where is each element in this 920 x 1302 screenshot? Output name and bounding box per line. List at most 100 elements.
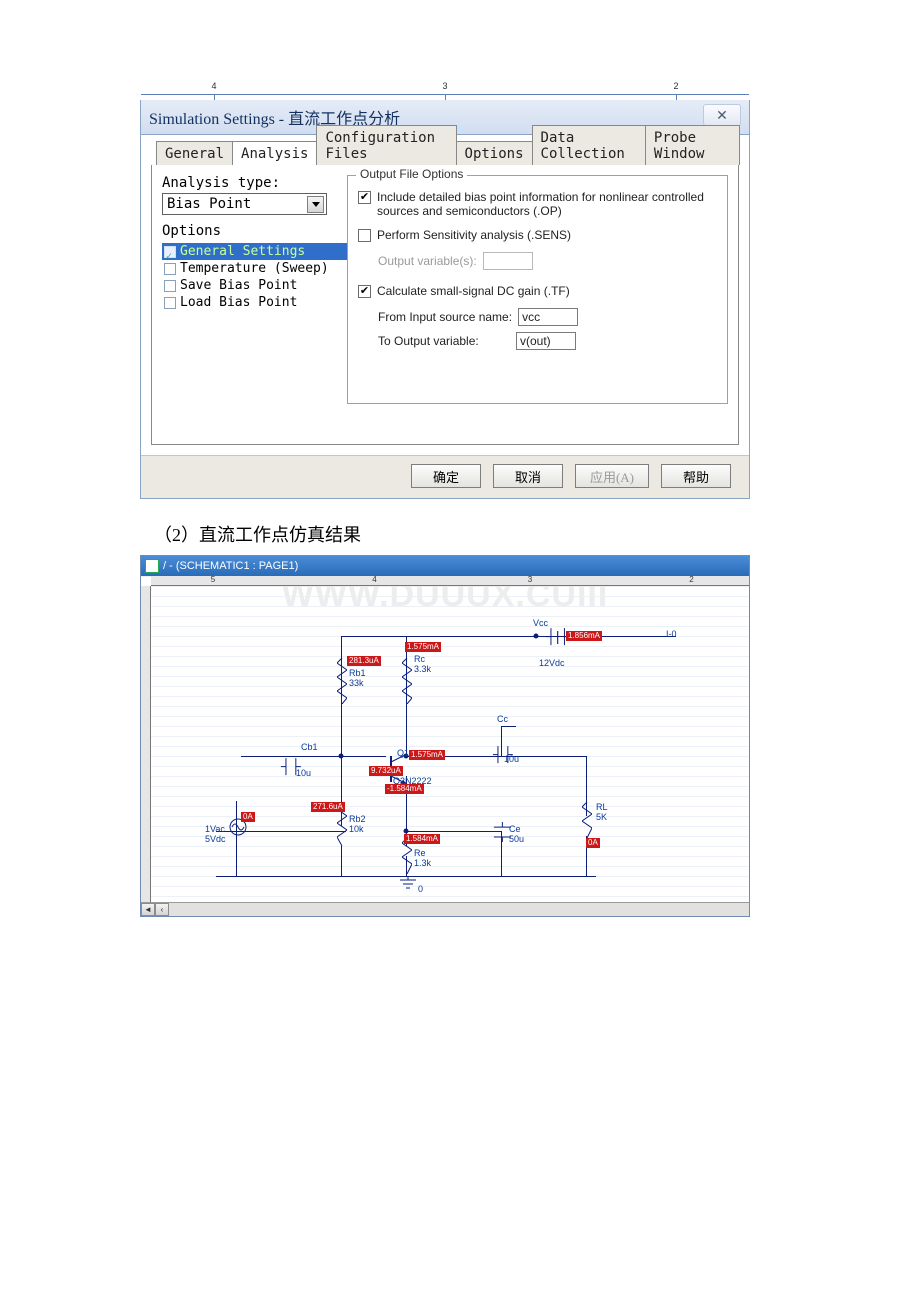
vsrc-vdc: 5Vdc xyxy=(205,834,226,844)
tab-probe-window[interactable]: Probe Window xyxy=(645,125,740,165)
simulation-settings-dialog: 4 3 2 Simulation Settings - 直流工作点分析 ✕ Ge… xyxy=(140,100,750,499)
option-temperature-sweep[interactable]: Temperature (Sweep) xyxy=(162,260,347,277)
ground-icon xyxy=(399,876,417,895)
horizontal-scrollbar[interactable]: ◄ ‹ xyxy=(141,902,749,916)
output-file-options-group: Output File Options Include detailed bia… xyxy=(347,175,728,404)
resistor-rb1 xyxy=(337,658,345,704)
label-re: Re xyxy=(414,848,426,858)
to-output-label: To Output variable: xyxy=(378,334,510,348)
node xyxy=(404,829,409,834)
include-detailed-label: Include detailed bias point information … xyxy=(377,190,717,218)
to-output-row: To Output variable: v(out) xyxy=(378,332,717,350)
current-vsrc: 0A xyxy=(241,812,255,822)
current-rb2: 271.6uA xyxy=(311,802,345,812)
tab-general[interactable]: General xyxy=(156,141,233,165)
wire xyxy=(406,831,501,832)
q1-ic: 1.575mA xyxy=(409,750,445,760)
ruler-top: 5 4 3 2 xyxy=(151,576,749,586)
output-variable-row: Output variable(s): xyxy=(378,252,717,270)
option-general-settings[interactable]: General Settings xyxy=(162,243,347,260)
label-rb1: Rb1 xyxy=(349,668,366,678)
close-icon: ✕ xyxy=(716,107,728,124)
label-cb1: Cb1 xyxy=(301,742,318,752)
tab-configuration-files[interactable]: Configuration Files xyxy=(316,125,456,165)
analysis-type-dropdown[interactable]: Bias Point xyxy=(162,193,327,215)
resistor-rc xyxy=(402,658,410,704)
vsrc-vac: 1Vac xyxy=(205,824,225,834)
current-rb1: 281.3uA xyxy=(347,656,381,666)
viewer-titlebar: / - (SCHEMATIC1 : PAGE1) xyxy=(141,556,749,576)
current-re: 1.584mA xyxy=(404,834,440,844)
options-list: General Settings Temperature (Sweep) Sav… xyxy=(162,243,347,311)
value-rc: 3.3k xyxy=(414,664,431,674)
wire xyxy=(236,846,237,876)
scroll-left-page-button[interactable]: ‹ xyxy=(155,903,169,916)
help-button[interactable]: 帮助 xyxy=(661,464,731,488)
to-output-field[interactable]: v(out) xyxy=(516,332,576,350)
calc-tf-row[interactable]: Calculate small-signal DC gain (.TF) xyxy=(358,284,717,298)
wire xyxy=(341,846,342,876)
viewer-title: / - (SCHEMATIC1 : PAGE1) xyxy=(163,560,298,572)
ok-button[interactable]: 确定 xyxy=(411,464,481,488)
cancel-button[interactable]: 取消 xyxy=(493,464,563,488)
wire xyxy=(501,726,516,727)
value-cc: 10u xyxy=(504,754,519,764)
label-rc: Rc xyxy=(414,654,425,664)
tab-data-collection[interactable]: Data Collection xyxy=(532,125,646,165)
tabstrip: General Analysis Configuration Files Opt… xyxy=(141,135,749,165)
perform-sens-row[interactable]: Perform Sensitivity analysis (.SENS) xyxy=(358,228,717,242)
dialog-button-row: 确定 取消 应用(A) 帮助 xyxy=(141,455,749,498)
scroll-left-button[interactable]: ◄ xyxy=(141,903,155,916)
tab-analysis[interactable]: Analysis xyxy=(232,141,317,165)
option-label: General Settings xyxy=(180,244,305,259)
output-variable-input xyxy=(483,252,533,270)
schematic-file-icon xyxy=(145,559,159,573)
value-rb1: 33k xyxy=(349,678,364,688)
label-ce: Ce xyxy=(509,824,521,834)
ruler-left xyxy=(141,586,151,916)
perform-sens-checkbox[interactable] xyxy=(358,229,371,242)
from-input-field[interactable]: vcc xyxy=(518,308,578,326)
from-input-row: From Input source name: vcc xyxy=(378,308,717,326)
checkbox-icon xyxy=(164,297,176,309)
schematic-canvas[interactable]: WWW.DUUUX.CUIII 5 4 3 2 xyxy=(141,576,749,916)
apply-button[interactable]: 应用(A) xyxy=(575,464,649,488)
option-label: Load Bias Point xyxy=(180,295,297,310)
output-file-options-legend: Output File Options xyxy=(356,167,467,181)
option-save-bias-point[interactable]: Save Bias Point xyxy=(162,277,347,294)
option-label: Save Bias Point xyxy=(180,278,297,293)
label-q1: Q1 xyxy=(397,748,409,758)
ground-label: 0 xyxy=(418,884,423,894)
include-detailed-row[interactable]: Include detailed bias point information … xyxy=(358,190,717,218)
value-rl: 5K xyxy=(596,812,607,822)
from-input-label: From Input source name: xyxy=(378,310,512,324)
analysis-type-value: Bias Point xyxy=(167,196,251,212)
value-vcc: 12Vdc xyxy=(539,658,565,668)
analysis-type-label: Analysis type: xyxy=(162,175,347,191)
current-rc: 1.575mA xyxy=(405,642,441,652)
options-label: Options xyxy=(162,223,347,239)
option-load-bias-point[interactable]: Load Bias Point xyxy=(162,294,347,311)
dropdown-arrow-icon xyxy=(307,196,324,213)
q1-ib: 9.732uA xyxy=(369,766,403,776)
current-vcc-src: 1.856mA xyxy=(566,631,602,641)
calc-tf-checkbox[interactable] xyxy=(358,285,371,298)
label-rl: RL xyxy=(596,802,608,812)
label-cc: Cc xyxy=(497,714,508,724)
section-caption-2: （2）直流工作点仿真结果 xyxy=(154,521,780,547)
calc-tf-label: Calculate small-signal DC gain (.TF) xyxy=(377,284,570,298)
close-button[interactable]: ✕ xyxy=(703,104,741,126)
checkbox-icon xyxy=(164,280,176,292)
option-label: Temperature (Sweep) xyxy=(180,261,329,276)
label-vcc: Vcc xyxy=(533,618,548,628)
value-cb1: 10u xyxy=(296,768,311,778)
wire xyxy=(341,706,342,756)
value-ce: 50u xyxy=(509,834,524,844)
resistor-rl xyxy=(582,802,590,838)
tab-options[interactable]: Options xyxy=(456,141,533,165)
analysis-left-panel: Analysis type: Bias Point Options Genera… xyxy=(162,175,347,404)
checkbox-icon xyxy=(164,246,176,258)
include-detailed-checkbox[interactable] xyxy=(358,191,371,204)
current-rl: 0A xyxy=(586,838,600,848)
dialog-body: Analysis type: Bias Point Options Genera… xyxy=(151,165,739,445)
